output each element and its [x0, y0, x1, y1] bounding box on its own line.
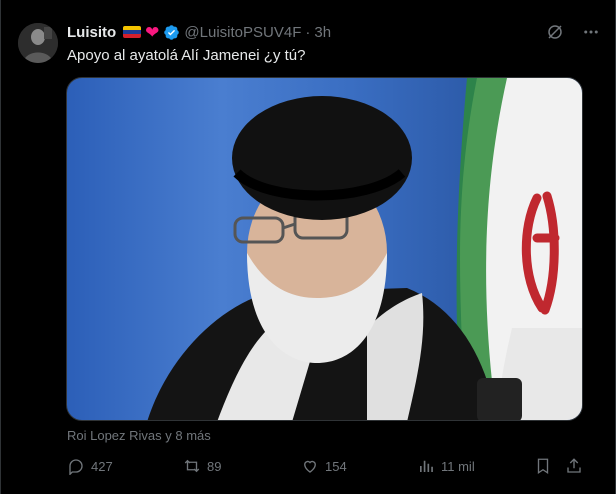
tweet-header-actions: [545, 22, 601, 42]
reply-count: 427: [91, 458, 113, 474]
share-button[interactable]: [565, 456, 583, 476]
venezuela-flag-icon: [123, 26, 142, 38]
share-icon: [567, 458, 581, 473]
views-button[interactable]: 11 mil: [417, 456, 475, 476]
reply-button[interactable]: 427: [67, 456, 113, 476]
more-options-icon[interactable]: [581, 22, 601, 42]
grok-icon[interactable]: [545, 22, 565, 42]
author-name[interactable]: Luisito: [67, 24, 116, 41]
tweet-timestamp[interactable]: 3h: [314, 24, 331, 41]
reply-icon: [69, 459, 83, 475]
heart-icon: [304, 460, 316, 473]
like-button[interactable]: 154: [301, 456, 347, 476]
verified-badge-icon[interactable]: [163, 24, 180, 41]
separator-dot: ·: [305, 23, 311, 41]
heart-emoji: ❤: [145, 22, 160, 42]
author-handle[interactable]: @LuisitoPSUV4F: [184, 24, 301, 41]
like-count: 154: [325, 458, 347, 474]
views-icon: [420, 460, 433, 472]
repost-icon: [184, 459, 200, 473]
bookmark-icon: [537, 458, 549, 475]
tagged-users[interactable]: Roi Lopez Rivas y 8 más: [67, 428, 211, 443]
avatar[interactable]: [18, 23, 58, 63]
bookmark-button[interactable]: [534, 456, 552, 476]
tweet-card[interactable]: Luisito ❤ @LuisitoPSUV4F · 3h Apoyo al a…: [0, 0, 616, 494]
tweet-header: Luisito ❤ @LuisitoPSUV4F · 3h: [67, 22, 331, 42]
tweet-actions-bar: 427 89 154 11 mil: [67, 456, 587, 476]
tweet-text: Apoyo al ayatolá Alí Jamenei ¿y tú?: [67, 47, 306, 64]
repost-count: 89: [207, 458, 222, 474]
views-count: 11 mil: [441, 458, 475, 474]
tweet-media-image[interactable]: [66, 77, 583, 421]
repost-button[interactable]: 89: [183, 456, 221, 476]
